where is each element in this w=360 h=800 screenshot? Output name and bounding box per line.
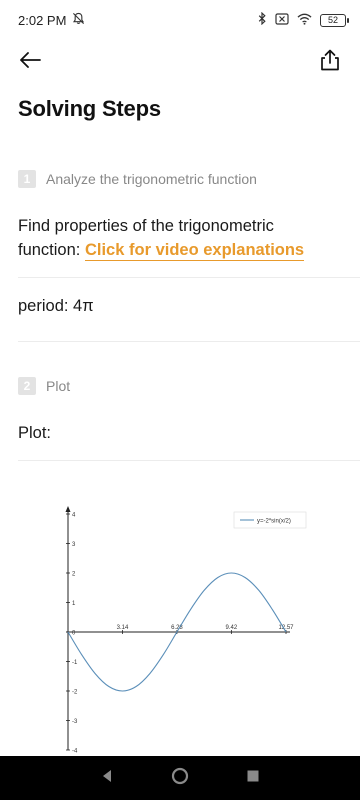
y-tick-label: -2 [72, 690, 78, 696]
x-tick-label: 6.28 [171, 625, 183, 631]
divider [18, 460, 360, 461]
nav-recents-button[interactable] [240, 765, 266, 791]
square-recents-icon [246, 769, 260, 788]
system-nav-bar [0, 756, 360, 800]
step-1-text-line1: Find properties of the trigonometric [18, 217, 274, 235]
step-2-label: Plot [46, 378, 71, 394]
triangle-back-icon [100, 769, 114, 788]
legend-label: y=-2*sin(x/2) [257, 519, 291, 525]
y-tick-label: -3 [72, 719, 78, 725]
status-bar: 2:02 PM 52 [0, 0, 360, 40]
status-right: 52 [257, 11, 349, 28]
step-1-description: Find properties of the trigonometric fun… [18, 214, 348, 262]
top-nav [0, 44, 360, 80]
step-1-label: Analyze the trigonometric function [46, 171, 257, 187]
function-plot: 4 3 2 1 0 -1 -2 -3 -4 3.14 6.28 9.42 12.57 y=-2*sin(x… [40, 498, 320, 758]
back-button[interactable] [16, 48, 44, 76]
step-2-header: 2 Plot [18, 377, 70, 395]
period-result: period: 4π [18, 297, 94, 315]
divider [18, 277, 360, 278]
bell-off-icon [72, 12, 85, 28]
y-tick-label: -1 [72, 660, 78, 666]
wifi-icon [297, 13, 312, 28]
battery-indicator: 52 [320, 13, 349, 27]
y-axis-arrow [65, 506, 71, 512]
circle-home-icon [171, 767, 189, 790]
status-time: 2:02 PM [18, 12, 67, 28]
x-tick-label: 12.57 [278, 625, 294, 631]
y-tick-label: 4 [72, 513, 76, 519]
share-button[interactable] [316, 48, 344, 76]
plot-label: Plot: [18, 424, 52, 442]
nav-home-button[interactable] [167, 765, 193, 791]
x-tick-label: 3.14 [117, 625, 129, 631]
step-2-number: 2 [18, 377, 36, 395]
y-tick-label: 2 [72, 572, 76, 578]
plot-svg: 4 3 2 1 0 -1 -2 -3 -4 3.14 6.28 9.42 12.57 y=-2*sin(x… [65, 506, 307, 755]
step-1-text-prefix: function: [18, 241, 85, 259]
step-1-text-line2: function: Click for video explanations [18, 238, 348, 262]
x-tick-label: 9.42 [226, 625, 238, 631]
share-icon [320, 49, 340, 76]
y-tick-label: 0 [72, 631, 76, 637]
arrow-left-icon [19, 51, 41, 73]
y-tick-label: 1 [72, 601, 76, 607]
no-sim-icon [275, 12, 289, 28]
video-explanation-link[interactable]: Click for video explanations [84, 241, 305, 261]
y-tick-label: 3 [72, 542, 76, 548]
bluetooth-icon [257, 11, 267, 28]
y-tick-label: -4 [72, 749, 78, 755]
nav-back-button[interactable] [94, 765, 120, 791]
status-left: 2:02 PM [18, 12, 85, 28]
step-1-header: 1 Analyze the trigonometric function [18, 170, 257, 188]
step-1-number: 1 [18, 170, 36, 188]
page-title: Solving Steps [18, 96, 161, 121]
divider [18, 341, 360, 342]
